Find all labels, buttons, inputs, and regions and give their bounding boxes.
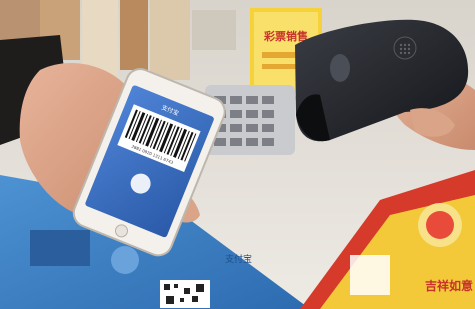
scene-svg: 彩票销售 支付宝 吉祥如意 支付宝 2881 0920 1311 6743	[0, 0, 475, 309]
scanner-trigger	[330, 54, 350, 82]
poster-text: 彩票销售	[263, 29, 308, 43]
counter-brand: 支付宝	[225, 253, 252, 265]
ticket-text: 吉祥如意	[425, 278, 473, 293]
photo-scene: 彩票销售 支付宝 吉祥如意 支付宝 2881 0920 1311 6743	[0, 0, 475, 309]
